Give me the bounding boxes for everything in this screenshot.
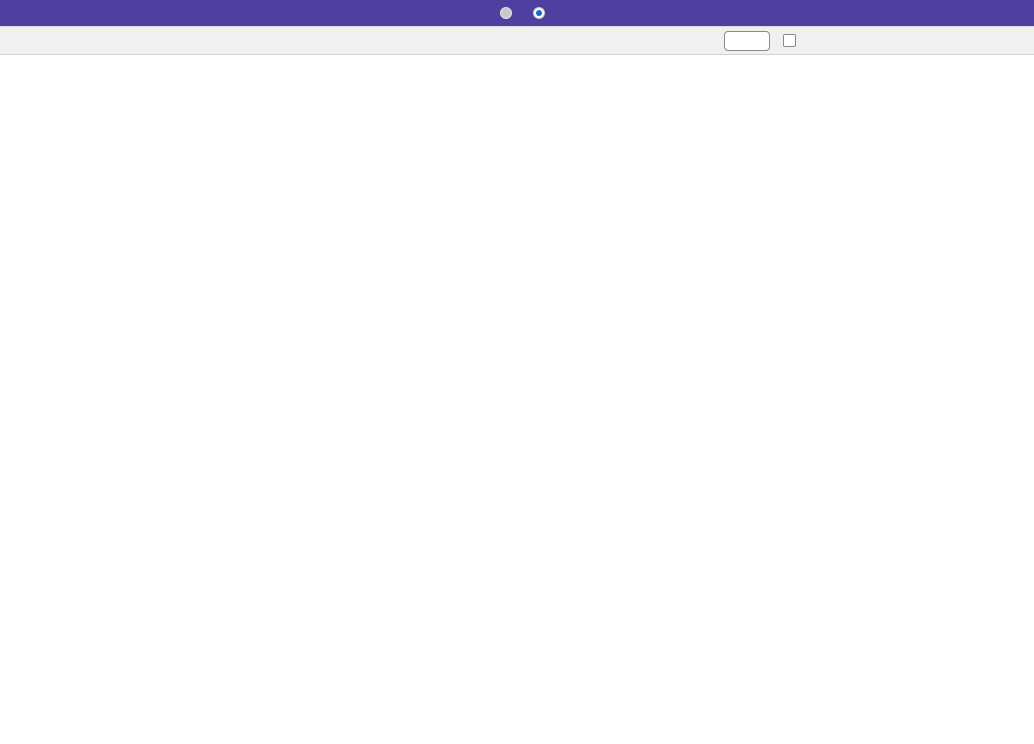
- radio-unchecked-icon: [500, 7, 512, 19]
- checkbox-icon: [783, 34, 796, 47]
- top-bar: [0, 0, 1034, 26]
- match-count-select[interactable]: [724, 31, 770, 51]
- section-header-bar: [0, 26, 1034, 55]
- team-section: [0, 26, 1034, 55]
- same-venue-checkbox[interactable]: [783, 34, 798, 47]
- radio-horizontal-layout[interactable]: [533, 7, 550, 19]
- sections-container: [0, 26, 1034, 55]
- radio-vertical-layout[interactable]: [500, 7, 517, 19]
- filter-controls: [720, 31, 798, 51]
- radio-checked-icon: [533, 7, 545, 19]
- app: { "top_bar": { "title": "近期战绩", "radios"…: [0, 0, 1034, 55]
